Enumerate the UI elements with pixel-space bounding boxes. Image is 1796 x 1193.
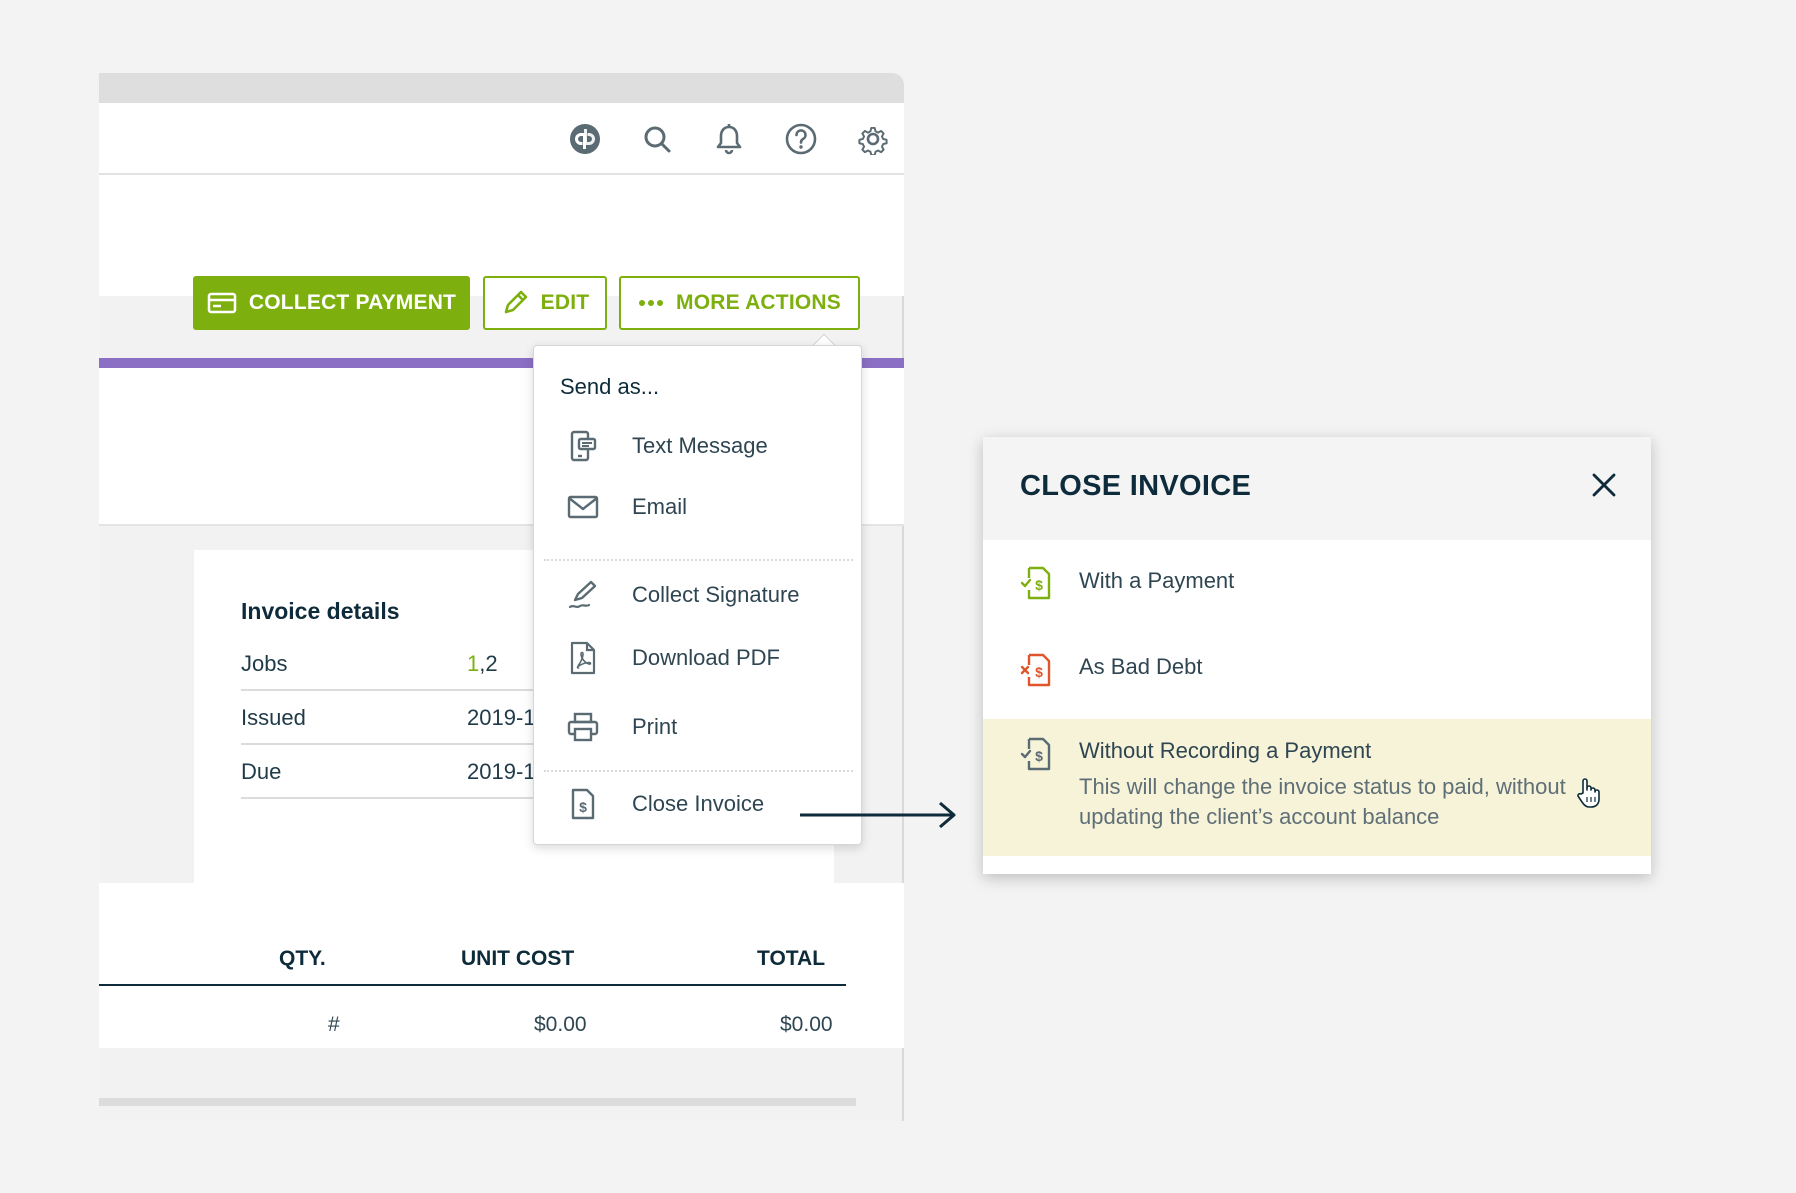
menu-item-collect-signature[interactable]: Collect Signature (534, 568, 863, 624)
collect-payment-button[interactable]: COLLECT PAYMENT (193, 276, 470, 330)
invoice-icon: $ (566, 787, 600, 821)
option-bad-debt[interactable]: $ As Bad Debt (983, 626, 1651, 712)
menu-item-download-pdf[interactable]: Download PDF (534, 631, 863, 687)
close-invoice-dialog: CLOSE INVOICE $ With a Payment $ As Bad … (983, 437, 1651, 874)
menu-item-label: Collect Signature (632, 582, 800, 607)
edit-button[interactable]: EDIT (483, 276, 607, 330)
menu-item-text-message[interactable]: Text Message (534, 419, 863, 475)
collect-payment-label: COLLECT PAYMENT (248, 291, 457, 314)
invoice-icon: $ (1019, 736, 1055, 772)
signature-icon (566, 578, 600, 612)
detail-label: Jobs (241, 651, 288, 676)
svg-text:$: $ (579, 799, 587, 815)
line-items-table: QTY. UNIT COST TOTAL # $0.00 $0.00 (99, 883, 904, 1048)
invoice-details-title: Invoice details (241, 598, 400, 624)
more-actions-label: MORE ACTIONS (676, 291, 841, 314)
column-header-total: TOTAL (757, 947, 826, 970)
menu-item-label: Print (632, 714, 678, 739)
option-without-recording-payment[interactable]: $ Without Recording a Payment This will … (983, 719, 1651, 856)
invoice-paid-icon: $ (1019, 565, 1055, 601)
gear-icon[interactable] (856, 122, 890, 156)
bell-icon[interactable] (712, 122, 746, 156)
send-as-heading: Send as... (560, 374, 660, 399)
menu-item-label: Text Message (632, 433, 768, 458)
option-label: As Bad Debt (1079, 654, 1203, 679)
horizontal-scrollbar[interactable] (99, 1098, 856, 1106)
credit-card-icon (207, 292, 237, 314)
close-icon[interactable] (1589, 470, 1619, 500)
quickbooks-icon[interactable] (568, 122, 602, 156)
pencil-icon (504, 290, 527, 314)
more-actions-button[interactable]: MORE ACTIONS (619, 276, 860, 330)
header-divider (99, 984, 846, 986)
option-description: This will change the invoice status to p… (1079, 774, 1566, 829)
help-icon[interactable] (784, 122, 818, 156)
detail-value: 2019-1 (467, 705, 536, 730)
dialog-title: CLOSE INVOICE (1020, 470, 1252, 502)
menu-item-label: Download PDF (632, 645, 780, 670)
column-header-qty: QTY. (279, 947, 326, 970)
menu-item-label: Close Invoice (632, 791, 765, 816)
menu-divider (544, 770, 853, 772)
email-icon (566, 490, 600, 524)
detail-value: 2019-1 (467, 759, 536, 784)
detail-label: Issued (241, 705, 306, 730)
cell-unit-cost: $0.00 (534, 1013, 587, 1036)
svg-text:$: $ (1035, 664, 1043, 680)
svg-text:$: $ (1035, 577, 1043, 593)
detail-label: Due (241, 759, 282, 784)
menu-item-print[interactable]: Print (534, 700, 863, 756)
text-message-icon (566, 429, 600, 463)
printer-icon (566, 710, 600, 744)
job-list-rest: ,2 (479, 651, 498, 676)
option-label: Without Recording a Payment (1079, 738, 1372, 763)
svg-text:$: $ (1035, 748, 1043, 764)
edit-label: EDIT (540, 291, 590, 314)
cell-qty: # (328, 1013, 340, 1036)
more-actions-menu: Send as... Text Message Email Collect Si… (533, 345, 862, 845)
hand-cursor-icon (1577, 778, 1600, 808)
menu-item-email[interactable]: Email (534, 480, 863, 536)
option-label: With a Payment (1079, 568, 1235, 593)
more-dots-icon (639, 300, 664, 306)
column-header-unit-cost: UNIT COST (461, 947, 575, 970)
job-link[interactable]: 1 (467, 651, 479, 676)
menu-divider (544, 559, 853, 561)
menu-item-label: Email (632, 494, 688, 519)
invoice-bad-debt-icon: $ (1019, 652, 1055, 688)
option-with-payment[interactable]: $ With a Payment (983, 540, 1651, 626)
arrow-right-icon (800, 801, 956, 829)
dialog-header: CLOSE INVOICE (983, 437, 1651, 540)
top-navigation-bar (99, 103, 904, 175)
cell-total: $0.00 (780, 1013, 833, 1036)
pdf-icon (566, 641, 600, 675)
search-icon[interactable] (640, 122, 674, 156)
detail-value: 1,2 (467, 651, 498, 677)
